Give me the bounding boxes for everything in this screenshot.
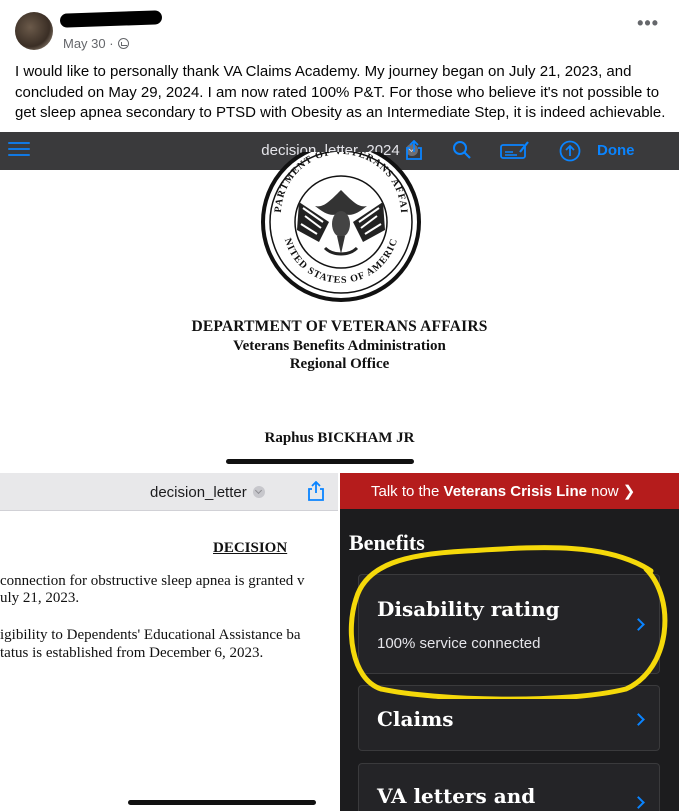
decision-line: igibility to Dependents' Educational Ass… [0,627,301,643]
chevron-right-icon [632,713,645,726]
crisis-line-link[interactable]: Veterans Crisis Line [444,483,587,500]
decision-heading: DECISION [213,540,288,556]
navigate-up-icon[interactable] [559,140,581,162]
home-indicator [226,459,414,464]
decision-line: tatus is established from December 6, 20… [0,645,264,661]
chevron-right-icon [632,796,645,809]
card-title: VA letters and [377,784,536,808]
avatar[interactable] [15,12,53,50]
share-icon[interactable] [307,481,325,501]
home-indicator [128,800,316,805]
crisis-suffix: now ❯ [586,483,636,500]
markup-icon[interactable] [500,140,530,160]
letter-header-vba: Veterans Benefits Administration [233,338,446,354]
crisis-prefix: Talk to the [371,483,444,500]
benefits-heading: Benefits [349,530,425,555]
letter-header-department: DEPARTMENT OF VETERANS AFFAIRS [191,318,488,335]
va-seal-logo: DEPARTMENT OF VETERANS AFFAIRS UNITED ST… [259,152,421,302]
more-options-button[interactable]: ••• [637,14,659,32]
crisis-line-banner[interactable]: Talk to the Veterans Crisis Line now ❯ [340,473,679,509]
done-button[interactable]: Done [597,142,635,159]
search-icon[interactable] [452,140,472,160]
screenshot-decision-letter-2024: decision_letter_2024 Done DEPAR [0,132,679,472]
pdf-toolbar-light: decision_letter [0,473,338,511]
card-subtitle: 100% service connected [377,635,541,652]
post-header: May 30 · ••• [0,0,679,60]
decision-line: connection for obstructive sleep apnea i… [0,573,305,589]
post-timestamp[interactable]: May 30 · [63,36,129,51]
chevron-down-icon[interactable] [252,486,265,498]
letter-recipient: Raphus BICKHAM JR [264,430,415,446]
screenshot-decision-letter: decision_letter DECISION connection for … [0,473,338,811]
card-title: Disability rating [377,597,560,621]
card-title: Claims [377,707,454,731]
redacted-author-name [59,10,163,28]
chevron-right-icon [632,618,645,631]
screenshot-va-app: Talk to the Veterans Crisis Line now ❯ B… [340,473,679,811]
document-title-text[interactable]: decision_letter [150,484,247,501]
disability-rating-card[interactable]: Disability rating 100% service connected [358,574,660,674]
claims-card[interactable]: Claims [358,685,660,751]
globe-icon [117,38,129,49]
post-date-text[interactable]: May 30 · [63,36,114,51]
decision-line: uly 21, 2023. [0,590,80,606]
va-letters-card[interactable]: VA letters and [358,763,660,811]
document-title[interactable]: decision_letter [150,484,265,501]
letter-header-office: Regional Office [289,356,390,372]
post-body-text: I would like to personally thank VA Clai… [15,63,666,121]
